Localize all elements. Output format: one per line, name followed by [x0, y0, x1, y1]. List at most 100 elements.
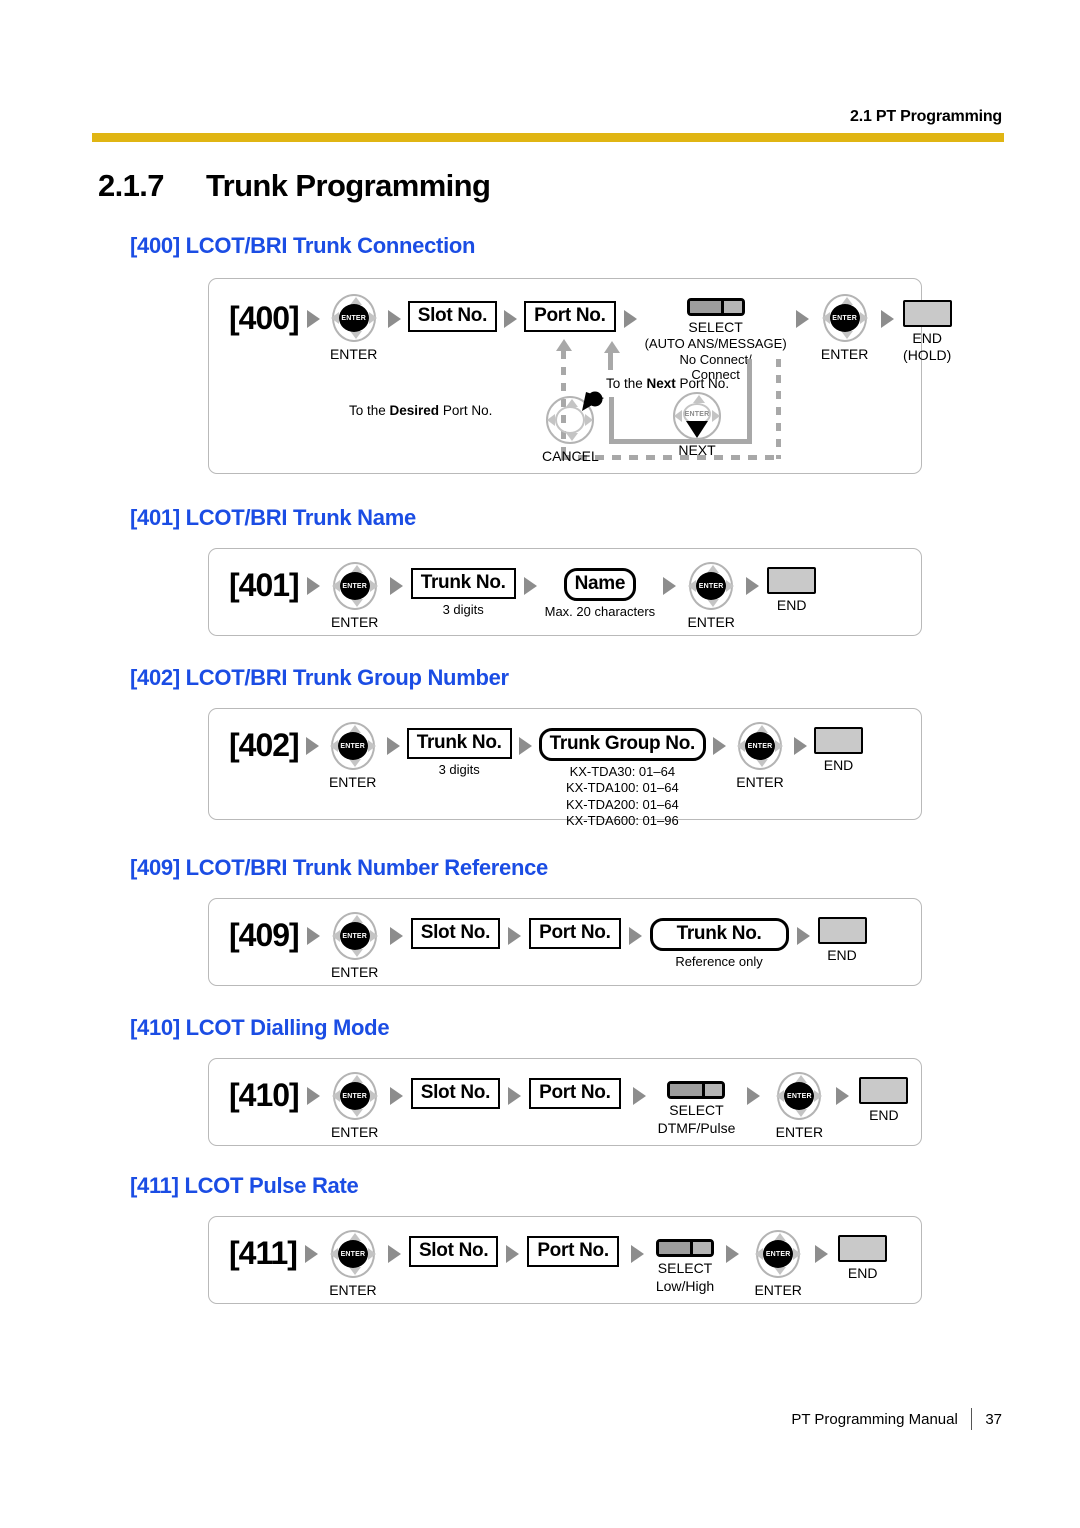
step-enter-1[interactable]: ENTER ENTER: [328, 1071, 382, 1141]
select-button-icon[interactable]: [686, 298, 745, 316]
step-slot-no[interactable]: Slot No.: [408, 1229, 499, 1267]
step-port-no[interactable]: Port No.: [529, 1071, 621, 1109]
navigator-enter-icon[interactable]: ENTER: [326, 1229, 380, 1279]
end-button-icon[interactable]: [767, 567, 817, 594]
step-name[interactable]: Name Max. 20 characters: [545, 561, 655, 619]
step-trunk-group-no[interactable]: Trunk Group No. KX-TDA30: 01–64 KX-TDA10…: [538, 721, 707, 828]
step-port-no[interactable]: Port No.: [524, 293, 616, 332]
navigator-enter-icon[interactable]: ENTER: [328, 911, 382, 961]
model-range-line-1: KX-TDA30: 01–64: [569, 763, 676, 779]
arrow-icon: [795, 310, 809, 328]
step-trunk-no[interactable]: Trunk No. Reference only: [649, 911, 789, 969]
select-button-right: [704, 1084, 723, 1096]
step-enter-1[interactable]: ENTER ENTER: [328, 911, 382, 981]
select-button-icon[interactable]: [656, 1239, 714, 1257]
end-button-icon[interactable]: [902, 300, 952, 327]
end-caption-line-1: END: [776, 597, 807, 613]
step-enter-2[interactable]: ENTER ENTER: [684, 561, 738, 631]
step-caption: ENTER: [754, 1282, 802, 1298]
navigator-enter-icon[interactable]: ENTER: [684, 561, 738, 611]
step-next[interactable]: ENTER NEXT: [670, 391, 724, 459]
nav-hub[interactable]: ENTER: [696, 572, 727, 600]
nav-up-arrow-icon: [693, 395, 705, 403]
step-slot-no[interactable]: Slot No.: [410, 1071, 501, 1109]
nav-hub[interactable]: ENTER: [339, 572, 370, 600]
step-enter-1[interactable]: ENTER ENTER: [326, 721, 380, 791]
trunk-no-box[interactable]: Trunk No.: [649, 918, 789, 951]
step-end[interactable]: END: [767, 567, 817, 614]
step-port-no[interactable]: Port No.: [527, 1229, 619, 1267]
navigator-enter-icon[interactable]: ENTER: [751, 1229, 805, 1279]
nav-hub[interactable]: ENTER: [337, 1240, 368, 1268]
navigator-cancel-icon[interactable]: [543, 391, 605, 445]
select-caption-line-3: No Connect/: [679, 351, 752, 367]
step-slot-no[interactable]: Slot No.: [410, 911, 501, 949]
navigator-enter-icon[interactable]: ENTER: [818, 293, 872, 343]
end-button-icon[interactable]: [859, 1077, 909, 1104]
arrow-icon: [523, 577, 537, 595]
arrow-icon: [389, 1087, 403, 1105]
navigator-enter-icon[interactable]: ENTER: [733, 721, 787, 771]
port-no-box[interactable]: Port No.: [529, 1078, 621, 1109]
arrow-icon: [508, 927, 522, 945]
nav-hub[interactable]: ENTER: [829, 304, 860, 332]
step-end[interactable]: END (HOLD): [902, 300, 952, 363]
step-port-no[interactable]: Port No.: [529, 911, 621, 949]
navigator-enter-icon[interactable]: ENTER: [326, 721, 380, 771]
step-cancel[interactable]: CANCEL: [542, 391, 605, 465]
step-slot-no[interactable]: Slot No.: [407, 293, 498, 332]
step-enter-1[interactable]: ENTER ENTER: [328, 561, 382, 631]
navigator-enter-icon[interactable]: ENTER: [328, 1071, 382, 1121]
navigator-enter-icon[interactable]: ENTER: [327, 293, 381, 343]
trunk-group-no-box[interactable]: Trunk Group No.: [538, 728, 707, 761]
step-select[interactable]: SELECT (AUTO ANS/MESSAGE) No Connect/ Co…: [645, 298, 787, 383]
step-enter-2[interactable]: ENTER ENTER: [733, 721, 787, 791]
select-caption-line-2: DTMF/Pulse: [657, 1119, 736, 1136]
nav-right-arrow-icon: [859, 312, 868, 324]
nav-hub-label: ENTER: [340, 742, 366, 750]
nav-hub[interactable]: ENTER: [337, 732, 368, 760]
step-end[interactable]: END: [814, 727, 864, 774]
nav-hub[interactable]: ENTER: [745, 732, 776, 760]
navigator-next-icon[interactable]: ENTER: [670, 391, 724, 441]
step-end[interactable]: END: [838, 1235, 888, 1282]
navigator-enter-icon[interactable]: ENTER: [328, 561, 382, 611]
arrow-icon: [747, 1087, 761, 1105]
port-no-box[interactable]: Port No.: [529, 918, 621, 949]
slot-no-box[interactable]: Slot No.: [407, 301, 498, 332]
step-enter-2[interactable]: ENTER ENTER: [751, 1229, 805, 1299]
step-end[interactable]: END: [817, 917, 867, 964]
step-enter-2[interactable]: ENTER ENTER: [818, 293, 872, 363]
arrow-icon: [836, 1087, 850, 1105]
flow-row-401: [401] ENTER ENTER Trunk No. 3 digits Nam…: [229, 561, 817, 631]
step-trunk-no[interactable]: Trunk No. 3 digits: [410, 561, 516, 617]
select-button-icon[interactable]: [667, 1081, 726, 1099]
model-range-line-4: KX-TDA600: 01–96: [565, 812, 679, 828]
flow-row-411: [411] ENTER ENTER Slot No. Port No. SELE…: [229, 1229, 888, 1299]
step-end[interactable]: END: [859, 1077, 909, 1124]
step-enter-1[interactable]: ENTER ENTER: [327, 293, 381, 363]
nav-hub[interactable]: ENTER: [339, 922, 370, 950]
step-select[interactable]: SELECT DTMF/Pulse: [657, 1081, 736, 1136]
trunk-no-box[interactable]: Trunk No.: [406, 728, 512, 759]
step-enter-2[interactable]: ENTER ENTER: [772, 1071, 826, 1141]
step-caption: 3 digits: [438, 761, 480, 777]
end-button-icon[interactable]: [838, 1235, 888, 1262]
trunk-no-box[interactable]: Trunk No.: [410, 568, 516, 599]
step-trunk-no[interactable]: Trunk No. 3 digits: [406, 721, 512, 777]
navigator-enter-icon[interactable]: ENTER: [772, 1071, 826, 1121]
slot-no-box[interactable]: Slot No.: [410, 918, 501, 949]
step-select[interactable]: SELECT Low/High: [656, 1239, 714, 1294]
slot-no-box[interactable]: Slot No.: [408, 1236, 499, 1267]
slot-no-box[interactable]: Slot No.: [410, 1078, 501, 1109]
nav-hub[interactable]: ENTER: [338, 304, 369, 332]
port-no-box[interactable]: Port No.: [527, 1236, 619, 1267]
nav-hub[interactable]: ENTER: [763, 1240, 794, 1268]
nav-hub[interactable]: ENTER: [339, 1082, 370, 1110]
end-button-icon[interactable]: [817, 917, 867, 944]
port-no-box[interactable]: Port No.: [524, 301, 616, 332]
name-box[interactable]: Name: [563, 568, 637, 601]
nav-down-arrow-icon: [350, 949, 363, 957]
end-button-icon[interactable]: [814, 727, 864, 754]
step-enter-1[interactable]: ENTER ENTER: [326, 1229, 380, 1299]
